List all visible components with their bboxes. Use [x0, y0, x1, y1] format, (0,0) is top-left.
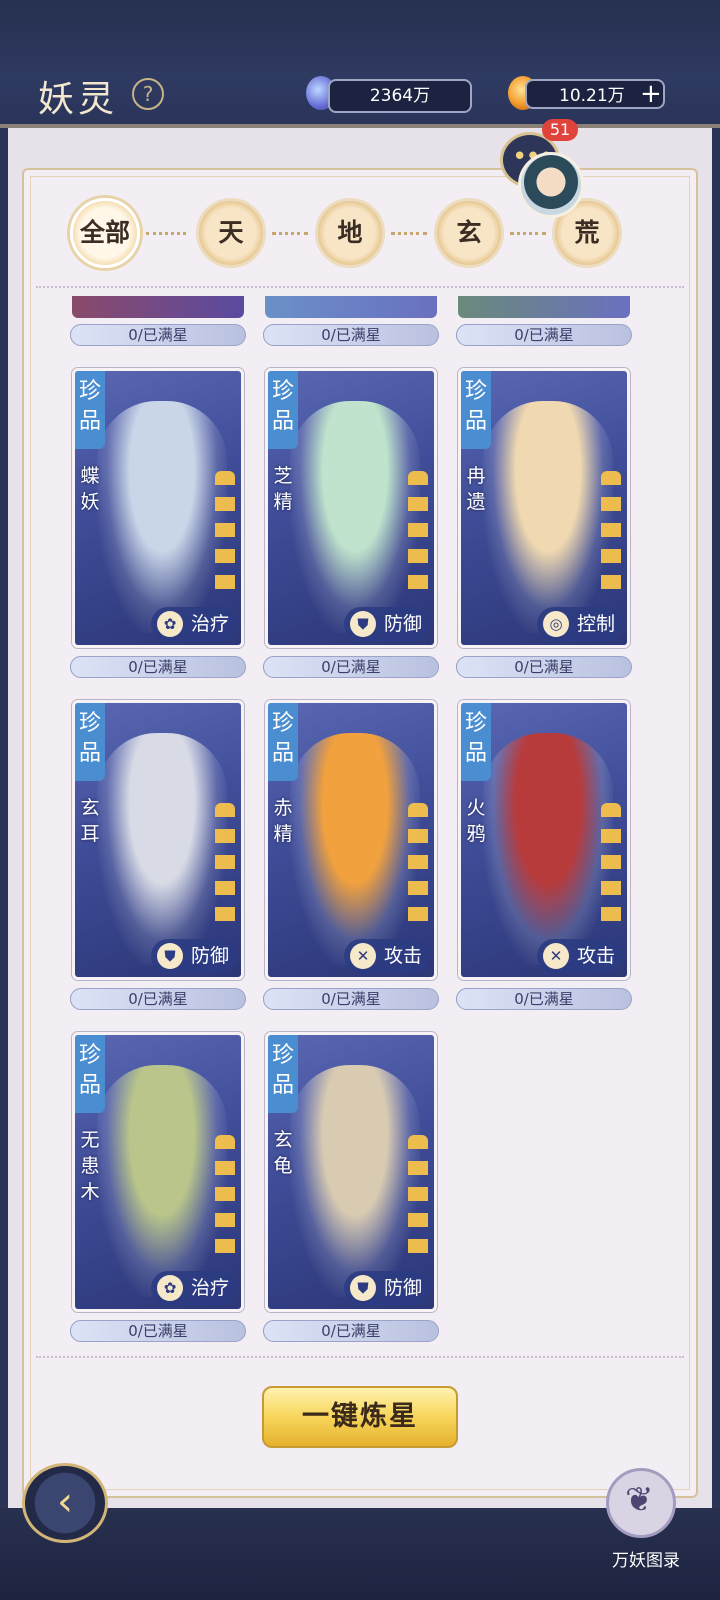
tab-all[interactable]: 全部 — [70, 198, 140, 268]
grade-tag: 珍品 — [268, 1035, 298, 1113]
star-progress: 0/已满星 — [70, 324, 246, 346]
role-label: 治疗 — [190, 613, 229, 635]
back-button[interactable]: ‹ — [22, 1463, 108, 1543]
spirit-name: 无患木 — [80, 1129, 100, 1203]
spirit-card[interactable]: 珍品 火鸦 ✕ 攻击 — [458, 700, 630, 980]
role-badge: ◎ 控制 — [536, 607, 623, 641]
role-badge: ⛊ 防御 — [343, 1271, 430, 1305]
role-badge: ✿ 治疗 — [150, 607, 237, 641]
tab-separator — [272, 232, 308, 237]
card-partial[interactable] — [458, 296, 630, 318]
role-label: 攻击 — [383, 945, 422, 967]
star-slots — [215, 471, 235, 599]
spirit-name: 玄耳 — [80, 797, 100, 845]
lotus-icon: ✿ — [156, 611, 183, 637]
crossed-swords-icon: ✕ — [542, 943, 569, 969]
role-badge: ⛊ 防御 — [343, 607, 430, 641]
character-portrait — [97, 1065, 227, 1297]
star-progress: 0/已满星 — [70, 656, 246, 678]
star-progress: 0/已满星 — [456, 988, 632, 1010]
spirit-name: 冉遗 — [466, 465, 486, 513]
star-slots — [601, 471, 621, 599]
role-badge: ✿ 治疗 — [150, 1271, 237, 1305]
spirit-name: 赤精 — [273, 797, 293, 845]
role-label: 攻击 — [576, 945, 615, 967]
divider — [36, 286, 684, 288]
star-progress: 0/已满星 — [263, 324, 439, 346]
star-slots — [215, 1135, 235, 1263]
star-progress: 0/已满星 — [70, 1320, 246, 1342]
role-label: 治疗 — [190, 1277, 229, 1299]
star-progress: 0/已满星 — [456, 324, 632, 346]
role-label: 防御 — [383, 1277, 422, 1299]
role-badge: ⛊ 防御 — [150, 939, 237, 973]
grade-tag: 珍品 — [75, 371, 105, 449]
divider — [36, 1356, 684, 1358]
star-slots — [601, 803, 621, 931]
spirit-name: 蝶妖 — [80, 465, 100, 513]
character-portrait — [483, 733, 613, 965]
character-portrait — [483, 401, 613, 633]
back-arrow-icon: ‹ — [57, 1479, 73, 1525]
crystal-currency: 2364万 — [328, 79, 472, 113]
spirit-card[interactable]: 珍品 赤精 ✕ 攻击 — [265, 700, 437, 980]
character-portrait — [290, 733, 420, 965]
grade-tag: 珍品 — [461, 371, 491, 449]
spirit-name: 火鸦 — [466, 797, 486, 845]
spirit-card[interactable]: 珍品 冉遗 ◎ 控制 — [458, 368, 630, 648]
grade-tag: 珍品 — [75, 1035, 105, 1113]
character-portrait — [97, 401, 227, 633]
card-partial[interactable] — [72, 296, 244, 318]
tab-heaven[interactable]: 天 — [196, 198, 266, 268]
codex-label: 万妖图录 — [612, 1551, 680, 1571]
grade-tag: 珍品 — [75, 703, 105, 781]
spirit-name: 玄龟 — [273, 1129, 293, 1177]
spirit-card[interactable]: 珍品 芝精 ⛊ 防御 — [265, 368, 437, 648]
star-slots — [408, 803, 428, 931]
lotus-icon: ✿ — [156, 1275, 183, 1301]
role-label: 防御 — [190, 945, 229, 967]
tab-separator — [391, 232, 427, 237]
spirit-card[interactable]: 珍品 蝶妖 ✿ 治疗 — [72, 368, 244, 648]
star-progress: 0/已满星 — [456, 656, 632, 678]
character-portrait — [290, 1065, 420, 1297]
chat-badge: 51 — [542, 119, 578, 141]
grade-tag: 珍品 — [268, 371, 298, 449]
scroll-book-icon: ❦ — [625, 1480, 654, 1520]
star-slots — [408, 471, 428, 599]
page-title: 妖灵 — [38, 79, 119, 120]
spirit-card[interactable]: 珍品 无患木 ✿ 治疗 — [72, 1032, 244, 1312]
spirit-name: 芝精 — [273, 465, 293, 513]
star-slots — [215, 803, 235, 931]
character-portrait — [97, 733, 227, 965]
card-partial[interactable] — [265, 296, 437, 318]
shield-icon: ⛊ — [156, 943, 183, 969]
star-progress: 0/已满星 — [263, 656, 439, 678]
star-slots — [408, 1135, 428, 1263]
spirit-card[interactable]: 珍品 玄龟 ⛊ 防御 — [265, 1032, 437, 1312]
role-label: 控制 — [576, 613, 615, 635]
tab-separator — [510, 232, 546, 237]
star-progress: 0/已满星 — [263, 1320, 439, 1342]
help-icon[interactable]: ? — [132, 78, 164, 110]
character-portrait — [290, 401, 420, 633]
role-badge: ✕ 攻击 — [343, 939, 430, 973]
crossed-swords-icon: ✕ — [349, 943, 376, 969]
tab-earth[interactable]: 地 — [315, 198, 385, 268]
role-badge: ✕ 攻击 — [536, 939, 623, 973]
add-currency-button[interactable]: + — [640, 80, 662, 108]
spirit-card[interactable]: 珍品 玄耳 ⛊ 防御 — [72, 700, 244, 980]
role-label: 防御 — [383, 613, 422, 635]
star-progress: 0/已满星 — [263, 988, 439, 1010]
avatar[interactable] — [518, 152, 584, 218]
grade-tag: 珍品 — [461, 703, 491, 781]
one-key-star-button[interactable]: 一键炼星 — [262, 1386, 458, 1448]
grade-tag: 珍品 — [268, 703, 298, 781]
star-progress: 0/已满星 — [70, 988, 246, 1010]
tab-mystic[interactable]: 玄 — [434, 198, 504, 268]
shield-icon: ⛊ — [349, 1275, 376, 1301]
shield-icon: ⛊ — [349, 611, 376, 637]
tab-separator — [146, 232, 186, 237]
swirl-icon: ◎ — [542, 611, 569, 637]
